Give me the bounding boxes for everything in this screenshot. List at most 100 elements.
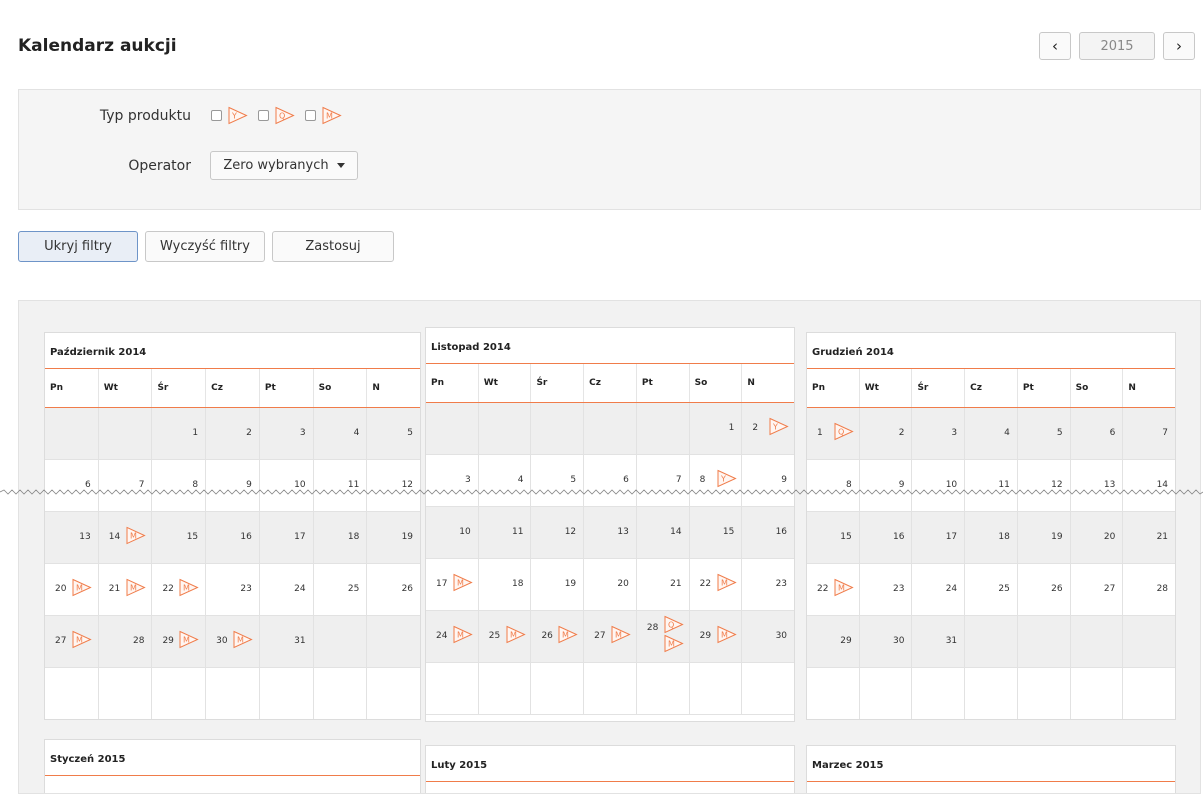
day-cell[interactable]: 11 [965, 460, 1018, 511]
day-cell[interactable]: 20 M [45, 564, 99, 615]
day-cell[interactable]: 19 [531, 559, 585, 610]
day-cell[interactable]: 13 [1071, 460, 1124, 511]
day-cell[interactable]: 9 [742, 455, 794, 506]
day-cell[interactable]: 15 [152, 512, 207, 563]
day-cell[interactable]: 12 [1018, 460, 1071, 511]
day-cell[interactable]: 8 [807, 460, 860, 511]
day-cell[interactable]: 21 [637, 559, 690, 610]
day-cell[interactable]: 31 [912, 616, 966, 667]
day-cell[interactable]: 3 [426, 455, 479, 506]
day-cell[interactable]: 12 [531, 507, 585, 558]
day-cell[interactable]: 22 M [690, 559, 743, 610]
day-cell[interactable]: 1 [690, 403, 743, 454]
day-cell[interactable]: 18 [965, 512, 1018, 563]
day-cell[interactable]: 24 [912, 564, 966, 615]
day-cell[interactable]: 22 M [807, 564, 860, 615]
day-cell[interactable]: 5 [1018, 408, 1071, 459]
day-cell[interactable]: 10 [426, 507, 479, 558]
product-type-option[interactable]: Y [211, 106, 248, 125]
day-cell[interactable]: 27 [1071, 564, 1124, 615]
day-cell[interactable]: 13 [584, 507, 637, 558]
day-cell[interactable]: 10 [260, 460, 314, 511]
day-cell[interactable]: 4 [965, 408, 1018, 459]
day-cell[interactable]: 17 [260, 512, 314, 563]
day-cell[interactable]: 14 [637, 507, 690, 558]
day-cell[interactable]: 9 [860, 460, 913, 511]
product-type-option[interactable]: M [305, 106, 342, 125]
day-cell[interactable]: 28 [99, 616, 153, 667]
day-cell[interactable]: 1 [152, 408, 207, 459]
day-cell[interactable]: 4 [314, 408, 368, 459]
day-cell[interactable]: 5 [367, 408, 420, 459]
day-cell[interactable]: 16 [742, 507, 794, 558]
day-cell[interactable]: 17 M [426, 559, 479, 610]
prev-year-button[interactable]: ‹ [1039, 32, 1071, 60]
day-cell[interactable]: 11 [314, 460, 368, 511]
day-cell[interactable]: 19 [367, 512, 420, 563]
day-cell[interactable]: 3 [912, 408, 966, 459]
day-cell[interactable]: 27 M [45, 616, 99, 667]
day-cell[interactable]: 31 [260, 616, 314, 667]
day-cell[interactable]: 7 [1123, 408, 1175, 459]
day-cell[interactable]: 3 [260, 408, 314, 459]
day-cell[interactable]: 20 [584, 559, 637, 610]
day-cell[interactable]: 7 [99, 460, 153, 511]
day-cell[interactable]: 20 [1071, 512, 1124, 563]
operator-dropdown[interactable]: Zero wybranych [210, 151, 358, 180]
day-cell[interactable]: 19 [1018, 512, 1071, 563]
apply-filters-button[interactable]: Zastosuj [272, 231, 394, 262]
day-cell[interactable]: 6 [45, 460, 99, 511]
day-cell[interactable]: 24 M [426, 611, 479, 662]
day-cell[interactable]: 8Y [690, 455, 743, 506]
day-cell[interactable]: 14 M [99, 512, 153, 563]
product-type-checkbox[interactable] [305, 110, 316, 121]
day-cell[interactable]: 10 [912, 460, 966, 511]
day-cell[interactable]: 15 [690, 507, 743, 558]
day-cell[interactable]: 22 M [152, 564, 207, 615]
day-cell[interactable]: 2 [206, 408, 260, 459]
day-cell[interactable]: 26 M [531, 611, 585, 662]
day-cell[interactable]: 5 [531, 455, 585, 506]
day-cell[interactable]: 4 [479, 455, 532, 506]
day-cell[interactable]: 7 [637, 455, 690, 506]
day-cell[interactable]: 17 [912, 512, 966, 563]
product-type-option[interactable]: Q [258, 106, 295, 125]
day-cell[interactable]: 26 [1018, 564, 1071, 615]
day-cell[interactable]: 12 [367, 460, 420, 511]
day-cell[interactable]: 14 [1123, 460, 1175, 511]
day-cell[interactable]: 25 [314, 564, 368, 615]
hide-filters-button[interactable]: Ukryj filtry [18, 231, 138, 262]
day-cell[interactable]: 2Y [742, 403, 794, 454]
day-cell[interactable]: 2 [860, 408, 913, 459]
day-cell[interactable]: 26 [367, 564, 420, 615]
day-cell[interactable]: 29 M [152, 616, 207, 667]
day-cell[interactable]: 23 [206, 564, 260, 615]
day-cell[interactable]: 6 [584, 455, 637, 506]
day-cell[interactable]: 16 [860, 512, 913, 563]
day-cell[interactable]: 18 [479, 559, 532, 610]
day-cell[interactable]: 23 [742, 559, 794, 610]
product-type-checkbox[interactable] [211, 110, 222, 121]
day-cell[interactable]: 18 [314, 512, 368, 563]
day-cell[interactable]: 13 [45, 512, 99, 563]
day-cell[interactable]: 29 [807, 616, 860, 667]
day-cell[interactable]: 6 [1071, 408, 1124, 459]
day-cell[interactable]: 25 M [479, 611, 532, 662]
day-cell[interactable]: 30 [742, 611, 794, 662]
day-cell[interactable]: 27 M [584, 611, 637, 662]
product-type-checkbox[interactable] [258, 110, 269, 121]
day-cell[interactable]: 30 [860, 616, 913, 667]
day-cell[interactable]: 29 M [690, 611, 743, 662]
clear-filters-button[interactable]: Wyczyść filtry [145, 231, 265, 262]
day-cell[interactable]: 25 [965, 564, 1018, 615]
day-cell[interactable]: 1Q [807, 408, 860, 459]
day-cell[interactable]: 24 [260, 564, 314, 615]
day-cell[interactable]: 21 M [99, 564, 153, 615]
day-cell[interactable]: 21 [1123, 512, 1175, 563]
day-cell[interactable]: 30 M [206, 616, 260, 667]
day-cell[interactable]: 16 [206, 512, 260, 563]
day-cell[interactable]: 8 [152, 460, 207, 511]
day-cell[interactable]: 28 [1123, 564, 1175, 615]
next-year-button[interactable]: › [1163, 32, 1195, 60]
day-cell[interactable]: 23 [860, 564, 913, 615]
